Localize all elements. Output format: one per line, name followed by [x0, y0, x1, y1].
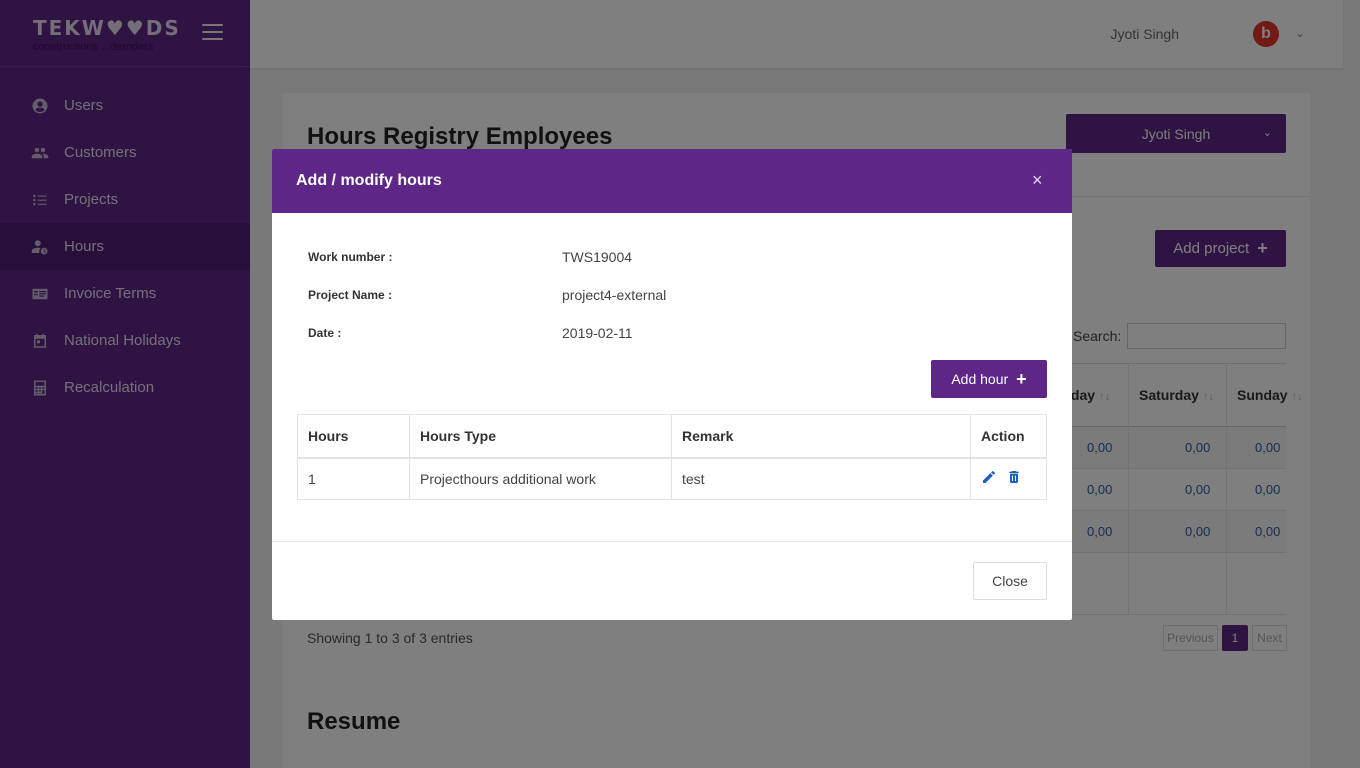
modal-footer-divider	[272, 541, 1072, 542]
project-name-label: Project Name :	[308, 288, 393, 302]
project-name-value: project4-external	[562, 287, 667, 303]
hours-table: Hours Hours Type Remark Action 1 Project…	[297, 414, 1047, 500]
column-header-hours: Hours	[297, 414, 410, 459]
date-value: 2019-02-11	[562, 325, 633, 341]
trash-icon[interactable]	[1006, 469, 1022, 488]
column-header-action: Action	[970, 414, 1047, 459]
edit-icon[interactable]	[981, 469, 997, 488]
modal-title: Add / modify hours	[296, 172, 442, 189]
add-hour-label: Add hour	[951, 371, 1009, 387]
modal-header: Add / modify hours ×	[272, 149, 1072, 213]
add-hour-button[interactable]: Add hour +	[931, 360, 1047, 398]
table-header-row: Hours Hours Type Remark Action	[297, 414, 1047, 459]
table-row: 1 Projecthours additional work test	[297, 457, 1047, 500]
date-label: Date :	[308, 326, 342, 340]
hours-type-cell: Projecthours additional work	[409, 457, 672, 500]
close-button[interactable]: Close	[973, 562, 1047, 600]
column-header-hours-type: Hours Type	[409, 414, 672, 459]
action-cell	[970, 457, 1047, 500]
column-header-remark: Remark	[671, 414, 971, 459]
work-number-label: Work number :	[308, 250, 393, 264]
close-icon[interactable]: ×	[1032, 170, 1043, 191]
hours-cell: 1	[297, 457, 410, 500]
remark-cell: test	[671, 457, 971, 500]
add-modify-hours-modal: Add / modify hours × Work number : TWS19…	[272, 149, 1072, 620]
plus-icon: +	[1016, 368, 1027, 389]
work-number-value: TWS19004	[562, 249, 633, 265]
